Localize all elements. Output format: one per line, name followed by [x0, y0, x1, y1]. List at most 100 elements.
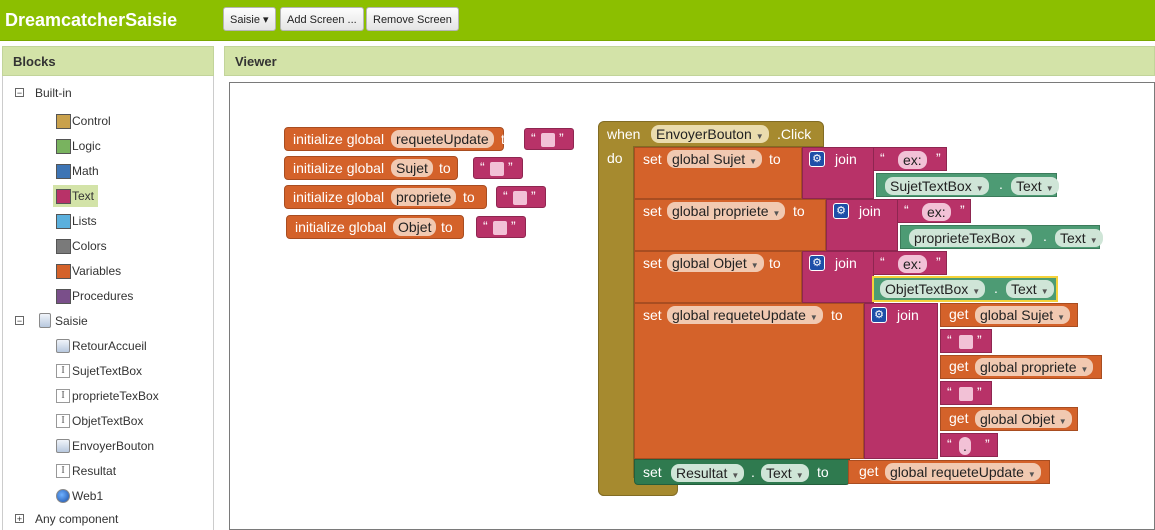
empty-string-block[interactable]: “ ” [496, 186, 546, 208]
gear-icon[interactable]: ⚙ [871, 307, 887, 323]
period-string-block[interactable]: “ . ” [940, 433, 998, 457]
screen-icon [39, 313, 51, 328]
when-label: when [607, 126, 641, 142]
get-global-requeteupdate-block[interactable]: get global requeteUpdate ▼ [848, 460, 1050, 484]
add-screen-button[interactable]: Add Screen ... [280, 7, 364, 31]
tree-builtin-variables[interactable]: Variables [53, 260, 121, 282]
var-name-objet[interactable]: Objet [393, 218, 437, 236]
textbox-icon: I [56, 464, 70, 478]
gear-icon[interactable]: ⚙ [833, 203, 849, 219]
ex-string-block[interactable]: “ ex: ” [873, 251, 947, 275]
tree-any-label: Any component [35, 512, 119, 526]
color-swatch-icon [56, 264, 71, 279]
app-title: DreamcatcherSaisie [5, 10, 178, 30]
join-block[interactable]: ⚙ join [826, 199, 898, 251]
objettextbox-text-getter[interactable]: ObjetTextBox ▼ . Text ▼ [872, 276, 1058, 302]
empty-string-block[interactable]: “ ” [940, 381, 992, 405]
tree-builtin-procedures[interactable]: Procedures [53, 285, 133, 307]
var-name-requeteupdate[interactable]: requeteUpdate [391, 130, 494, 148]
color-swatch-icon [56, 139, 71, 154]
globe-icon [56, 489, 70, 503]
get-global-propriete-block[interactable]: get global propriete ▼ [940, 355, 1102, 379]
textbox-icon: I [56, 389, 70, 403]
tree-item-label: Web1 [72, 489, 104, 503]
do-label: do [607, 150, 623, 166]
tree-item-label: RetourAccueil [72, 339, 147, 353]
empty-string-block[interactable]: “ ” [940, 329, 992, 353]
join-block[interactable]: ⚙ join [802, 251, 874, 303]
set-resultat-text-block[interactable]: set Resultat ▼ . Text ▼ to [634, 459, 850, 485]
set-var-dropdown[interactable]: global requeteUpdate ▼ [667, 306, 823, 324]
join-block[interactable]: ⚙ join [802, 147, 874, 199]
event-handler-body[interactable]: do [598, 146, 634, 496]
tree-item-label: EnvoyerBouton [72, 439, 155, 453]
set-global-objet-block[interactable]: set global Objet ▼ to [634, 251, 802, 303]
set-global-sujet-block[interactable]: set global Sujet ▼ to [634, 147, 802, 199]
gear-icon[interactable]: ⚙ [809, 151, 825, 167]
tree-item-label: Math [72, 164, 99, 178]
tree-builtin-text[interactable]: Text [53, 185, 99, 207]
viewer-panel-header: Viewer [224, 46, 1155, 76]
tree-screen-label: Saisie [55, 314, 88, 328]
to-label: to [501, 131, 513, 147]
set-global-propriete-block[interactable]: set global propriete ▼ to [634, 199, 826, 251]
tree-item-label: Text [72, 189, 95, 203]
collapse-icon[interactable]: − [15, 316, 24, 326]
gear-icon[interactable]: ⚙ [809, 255, 825, 271]
proprietetexbox-text-getter[interactable]: proprieteTexBox ▼ . Text ▼ [900, 225, 1103, 249]
blocks-panel: − Built-in Control Logic Math Text Lists Colo… [2, 76, 214, 530]
blocks-panel-header: Blocks [2, 46, 214, 76]
expand-icon[interactable]: + [15, 514, 24, 524]
event-handler-header[interactable]: when EnvoyerBouton ▼ .Click [598, 121, 824, 147]
tree-builtin-colors[interactable]: Colors [53, 235, 107, 257]
tree-builtin-math[interactable]: Math [53, 160, 99, 182]
get-global-objet-block[interactable]: get global Objet ▼ [940, 407, 1078, 431]
empty-string-block[interactable]: “ ” [476, 216, 526, 238]
color-swatch-icon [56, 214, 71, 229]
init-global-sujet-block[interactable]: initialize global Sujet to [284, 156, 458, 180]
init-global-requeteupdate-block[interactable]: initialize global requeteUpdate to [284, 127, 513, 151]
empty-string-block[interactable]: “ ” [524, 128, 574, 150]
tree-component-web1[interactable]: Web1 [53, 485, 103, 507]
remove-screen-button[interactable]: Remove Screen [366, 7, 459, 31]
set-global-requeteupdate-block[interactable]: set global requeteUpdate ▼ to [634, 303, 864, 459]
ex-string-block[interactable]: “ ex: ” [873, 147, 947, 171]
tree-component-objettextbox[interactable]: I ObjetTextBox [53, 410, 143, 432]
button-icon [56, 339, 70, 353]
get-global-sujet-block[interactable]: get global Sujet ▼ [940, 303, 1078, 327]
event-name: .Click [777, 126, 812, 142]
set-var-dropdown[interactable]: global propriete ▼ [667, 202, 786, 220]
tree-builtin-control[interactable]: Control [53, 110, 111, 132]
sujettextbox-text-getter[interactable]: SujetTextBox ▼ . Text ▼ [876, 173, 1059, 197]
var-name-sujet[interactable]: Sujet [391, 159, 433, 177]
color-swatch-icon [56, 114, 71, 129]
tree-component-proprietetexbox[interactable]: IproprieteTexBox [53, 385, 159, 407]
color-swatch-icon [56, 239, 71, 254]
textbox-icon: I [56, 414, 70, 428]
join-block[interactable]: ⚙ join [864, 303, 938, 459]
empty-string-block[interactable]: “ ” [473, 157, 523, 179]
tree-item-label: Lists [72, 214, 97, 228]
var-name-propriete[interactable]: propriete [391, 188, 457, 206]
button-icon [56, 439, 70, 453]
collapse-icon[interactable]: − [15, 88, 24, 98]
tree-component-retouraccueil[interactable]: RetourAccueil [53, 335, 147, 357]
event-component-dropdown[interactable]: EnvoyerBouton ▼ [651, 125, 769, 143]
tree-component-sujettextbox[interactable]: I SujetTextBox [53, 360, 142, 382]
tree-component-envoyerbouton[interactable]: EnvoyerBouton [53, 435, 154, 457]
init-global-objet-block[interactable]: initialize global Objet to [286, 215, 464, 239]
ex-string-block[interactable]: “ ex: ” [897, 199, 971, 223]
tree-builtin-label: Built-in [35, 86, 72, 100]
set-var-dropdown[interactable]: global Sujet ▼ [667, 150, 763, 168]
tree-builtin-logic[interactable]: Logic [53, 135, 101, 157]
screen-dropdown[interactable]: Saisie ▾ [223, 7, 276, 31]
tree-item-label: ObjetTextBox [72, 414, 144, 428]
tree-item-label: Variables [72, 264, 122, 278]
blocks-workspace[interactable]: initialize global requeteUpdate to “ ” i… [229, 82, 1155, 530]
tree-component-resultat[interactable]: I Resultat [53, 460, 116, 482]
tree-builtin-lists[interactable]: Lists [53, 210, 97, 232]
set-var-dropdown[interactable]: global Objet ▼ [667, 254, 764, 272]
init-global-propriete-block[interactable]: initialize global propriete to [284, 185, 487, 209]
color-swatch-icon [56, 189, 71, 204]
color-swatch-icon [56, 289, 71, 304]
